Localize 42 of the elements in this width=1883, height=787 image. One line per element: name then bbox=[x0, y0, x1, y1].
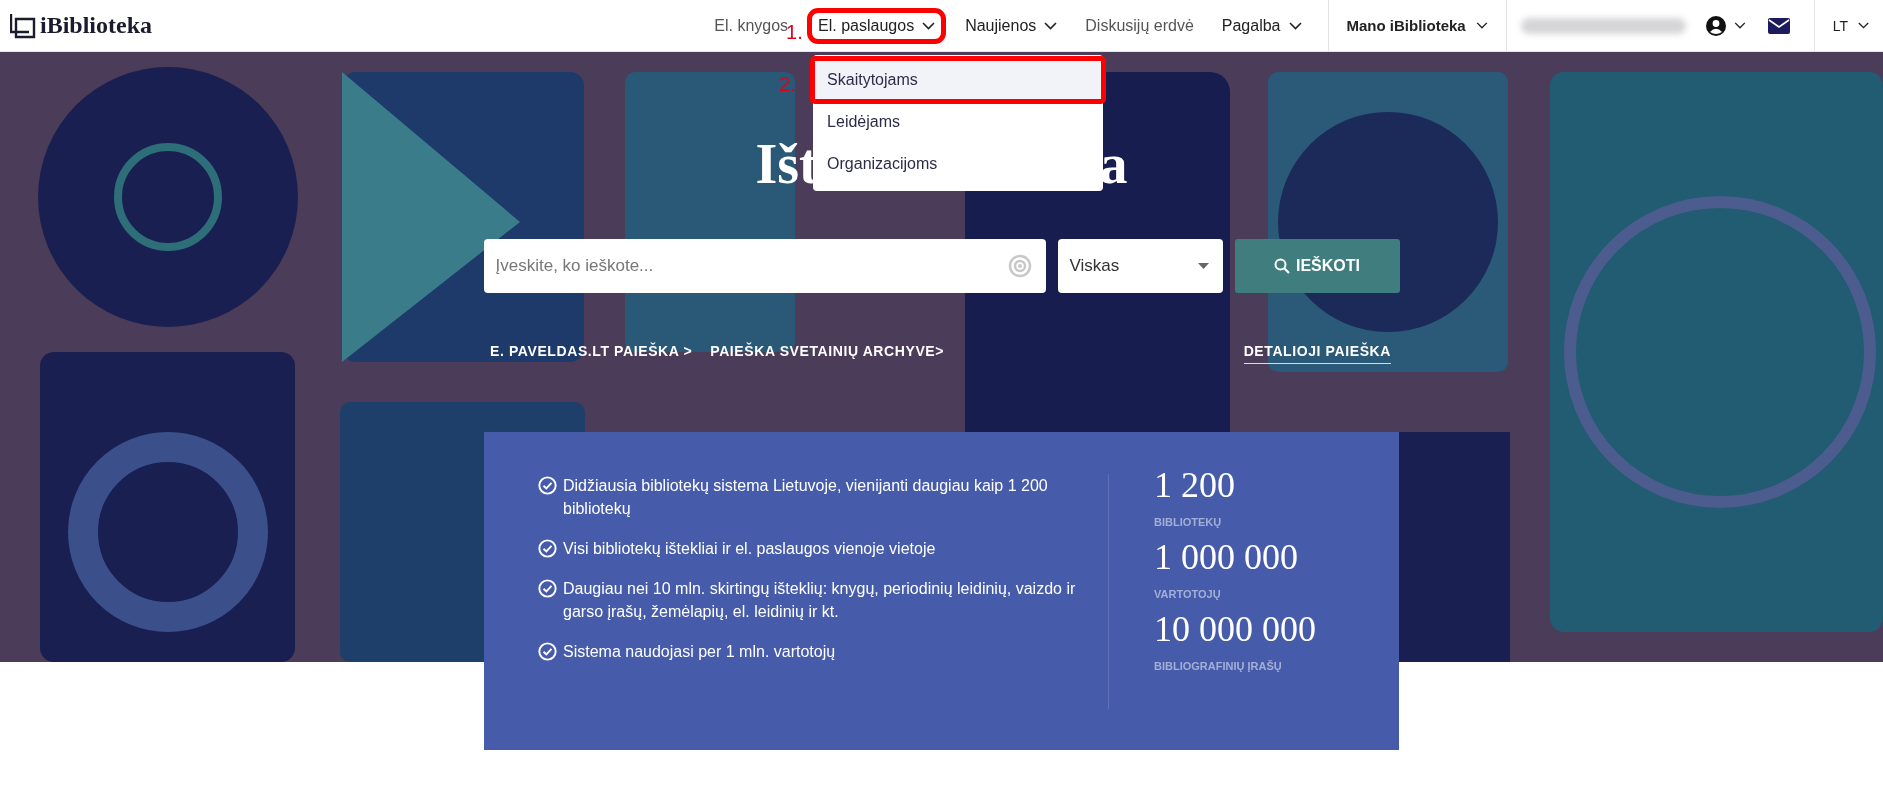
scope-dropdown[interactable]: Viskas bbox=[1057, 239, 1223, 293]
stat-value: 10 000 000 bbox=[1154, 608, 1316, 651]
nav-menu-item[interactable]: Naujienos bbox=[965, 16, 1058, 35]
advanced-search-link[interactable]: DETALIOJI PAIEŠKA bbox=[1243, 343, 1391, 364]
feature-text: Daugiau nei 10 mln. skirtingų išteklių: knygų, periodinių leidinių, vaizdo ir garso įrašų, žemėlapių, el. leidinių ir kt. bbox=[563, 579, 1077, 622]
stat-label: VARTOTOJŲ bbox=[1154, 588, 1222, 600]
search-button[interactable]: IEŠKOTI bbox=[1234, 239, 1400, 293]
search-field[interactable]: Įveskite, ko ieškote... bbox=[483, 239, 1046, 293]
logo-icon bbox=[10, 12, 36, 39]
nav-menu-item[interactable]: Diskusijų erdvė bbox=[1085, 16, 1194, 35]
step-number: 2. bbox=[779, 72, 796, 96]
caret-icon bbox=[1197, 263, 1209, 269]
chevron-down-icon bbox=[1044, 21, 1058, 30]
nav-menu-item[interactable]: El. paslaugos bbox=[816, 16, 938, 35]
check-circle-icon bbox=[538, 642, 557, 661]
search-link[interactable]: PAIEŠKA SVETAINIŲ ARCHYVE> bbox=[710, 343, 945, 364]
stat-value: 1 200 bbox=[1154, 464, 1236, 507]
stat-label: BIBLIOGRAFINIŲ ĮRAŠŲ bbox=[1154, 660, 1283, 672]
nav-menu-item[interactable]: El. knygos bbox=[714, 16, 789, 35]
step-number: 1. bbox=[786, 20, 803, 44]
dropdown-item[interactable]: Skaitytojams bbox=[813, 58, 1104, 101]
chevron-down-icon bbox=[1858, 22, 1869, 29]
nav-menu-item[interactable]: Pagalba bbox=[1221, 16, 1302, 35]
stat-value: 1 000 000 bbox=[1154, 536, 1299, 579]
user-icon[interactable] bbox=[1705, 15, 1726, 36]
chevron-down-icon[interactable] bbox=[1733, 22, 1746, 29]
chevron-down-icon bbox=[922, 21, 936, 30]
stat-label: BIBLIOTEKŲ bbox=[1154, 516, 1223, 528]
feature-text: Visi bibliotekų ištekliai ir el. paslaugos vienoje vietoje bbox=[563, 539, 936, 559]
logo-text: iBiblioteka bbox=[40, 12, 153, 39]
feature-text: Sistema naudojasi per 1 mln. vartotojų bbox=[563, 642, 836, 662]
mail-icon[interactable] bbox=[1767, 17, 1790, 34]
search-link[interactable]: E. PAVELDAS.LT PAIEŠKA > bbox=[490, 343, 693, 364]
check-circle-icon bbox=[538, 476, 557, 495]
account-menu[interactable]: Mano iBiblioteka bbox=[1328, 17, 1506, 34]
check-circle-icon bbox=[538, 539, 557, 558]
language-menu[interactable]: LT bbox=[1814, 17, 1883, 34]
feature-text: Didžiausia bibliotekų sistema Lietuvoje, vienijanti daugiau kaip 1 200 bibliotekų bbox=[563, 476, 1049, 519]
check-circle-icon bbox=[538, 579, 557, 598]
chevron-down-icon bbox=[1475, 22, 1488, 29]
chevron-down-icon bbox=[1288, 21, 1302, 30]
search-icon bbox=[1274, 258, 1290, 274]
